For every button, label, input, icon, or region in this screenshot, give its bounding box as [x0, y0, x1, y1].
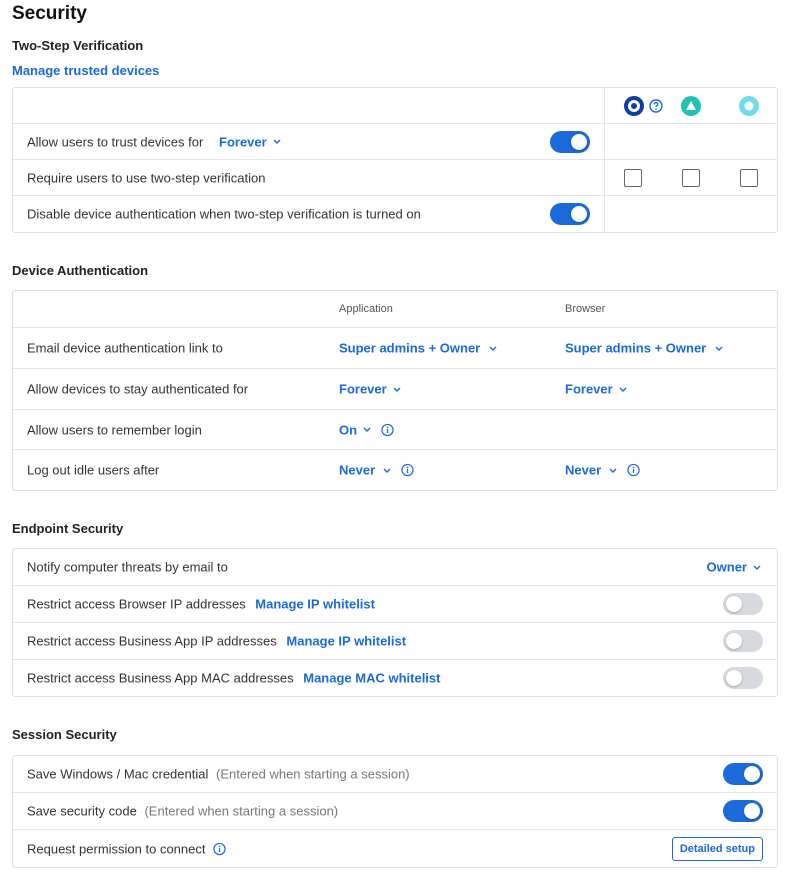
application-column-header: Application: [339, 303, 393, 315]
save-security-code-label: Save security code (Entered when startin…: [27, 803, 339, 819]
detailed-setup-button[interactable]: Detailed setup: [671, 836, 763, 861]
logout-idle-row: Log out idle users after Never Never: [13, 450, 777, 490]
request-permission-label: Request permission to connect: [27, 841, 227, 856]
chevron-down-icon: [753, 565, 761, 570]
app-mac-toggle[interactable]: [723, 667, 763, 689]
app-ip-row: Restrict access Business App IP addresse…: [13, 623, 777, 660]
chevron-down-icon: [383, 468, 391, 473]
disable-device-auth-label: Disable device authentication when two-s…: [27, 206, 421, 222]
chevron-down-icon: [363, 427, 371, 432]
target-help-icon[interactable]: [624, 96, 644, 116]
trust-devices-row: Allow users to trust devices for Forever: [13, 124, 777, 160]
remember-login-row: Allow users to remember login On: [13, 410, 777, 450]
stay-authenticated-label: Allow devices to stay authenticated for: [27, 381, 249, 397]
info-icon[interactable]: [401, 463, 414, 477]
disable-device-auth-toggle[interactable]: [550, 203, 590, 225]
endpoint-security-title: Endpoint Security: [12, 521, 124, 536]
browser-column-header: Browser: [565, 303, 606, 315]
info-icon[interactable]: [213, 842, 227, 855]
two-step-header-row: [13, 88, 777, 124]
email-auth-app-dropdown[interactable]: Super admins + Owner: [339, 341, 497, 356]
session-security-card: Save Windows / Mac credential (Entered w…: [12, 755, 778, 868]
logout-idle-label: Log out idle users after: [27, 462, 160, 478]
notify-threats-label: Notify computer threats by email to: [27, 559, 228, 575]
stay-authenticated-row: Allow devices to stay authenticated for …: [13, 369, 777, 410]
browser-ip-row: Restrict access Browser IP addresses Man…: [13, 586, 777, 623]
chevron-down-icon: [619, 387, 627, 392]
require-two-step-row: Require users to use two-step verificati…: [13, 160, 777, 196]
chevron-down-icon: [489, 346, 497, 351]
save-credential-row: Save Windows / Mac credential (Entered w…: [13, 756, 777, 793]
app-mac-label: Restrict access Business App MAC address…: [27, 670, 441, 686]
device-auth-card: Application Browser Email device authent…: [12, 290, 778, 491]
info-icon[interactable]: [381, 423, 394, 436]
browser-ip-label: Restrict access Browser IP addresses Man…: [27, 596, 375, 612]
manage-ip-whitelist-link[interactable]: Manage IP whitelist: [255, 597, 375, 612]
logout-idle-browser-dropdown[interactable]: Never: [565, 463, 640, 478]
device-auth-title: Device Authentication: [12, 263, 149, 278]
two-step-title: Two-Step Verification: [12, 38, 144, 53]
disable-device-auth-row: Disable device authentication when two-s…: [13, 196, 777, 232]
stay-authenticated-app-dropdown[interactable]: Forever: [339, 382, 401, 397]
request-permission-row: Request permission to connect Detailed s…: [13, 830, 777, 867]
notify-threats-dropdown[interactable]: Owner: [707, 560, 761, 575]
endpoint-security-card: Notify computer threats by email to Owne…: [12, 548, 778, 697]
device-auth-header-row: Application Browser: [13, 291, 777, 328]
app-ip-label: Restrict access Business App IP addresse…: [27, 633, 407, 649]
app-mac-row: Restrict access Business App MAC address…: [13, 660, 777, 696]
save-credential-toggle[interactable]: [723, 763, 763, 785]
manage-mac-whitelist-link[interactable]: Manage MAC whitelist: [303, 671, 440, 686]
notify-threats-row: Notify computer threats by email to Owne…: [13, 549, 777, 586]
trust-devices-label: Allow users to trust devices for: [27, 134, 204, 149]
remember-login-app-dropdown[interactable]: On: [339, 422, 394, 437]
chevron-down-icon: [609, 468, 617, 473]
browser-ip-toggle[interactable]: [723, 593, 763, 615]
info-icon[interactable]: [627, 463, 640, 477]
question-icon[interactable]: [649, 99, 663, 113]
save-security-code-toggle[interactable]: [723, 800, 763, 822]
ring-badge-icon: [739, 96, 759, 116]
manage-trusted-devices-link[interactable]: Manage trusted devices: [12, 63, 159, 78]
require-checkbox-1[interactable]: [624, 168, 642, 187]
chevron-down-icon: [393, 387, 401, 392]
app-ip-toggle[interactable]: [723, 630, 763, 652]
remember-login-label: Allow users to remember login: [27, 422, 202, 437]
two-step-card: Allow users to trust devices for Forever…: [12, 87, 778, 233]
chevron-down-icon: [273, 139, 281, 144]
email-auth-link-row: Email device authentication link to Supe…: [13, 328, 777, 369]
chevron-down-icon: [715, 346, 723, 351]
require-two-step-label: Require users to use two-step verificati…: [27, 170, 266, 185]
save-credential-label: Save Windows / Mac credential (Entered w…: [27, 766, 410, 782]
trust-devices-toggle[interactable]: [550, 130, 590, 153]
require-checkbox-3[interactable]: [740, 168, 758, 187]
require-checkbox-2[interactable]: [682, 168, 700, 187]
session-security-title: Session Security: [12, 727, 117, 742]
save-security-code-row: Save security code (Entered when startin…: [13, 793, 777, 830]
logout-idle-app-dropdown[interactable]: Never: [339, 463, 414, 478]
triangle-badge-icon: [681, 96, 701, 116]
manage-ip-whitelist-link[interactable]: Manage IP whitelist: [286, 634, 406, 649]
email-auth-browser-dropdown[interactable]: Super admins + Owner: [565, 341, 723, 356]
page-title: Security: [12, 3, 87, 24]
stay-authenticated-browser-dropdown[interactable]: Forever: [565, 382, 627, 397]
trust-duration-dropdown[interactable]: Forever: [219, 134, 281, 149]
email-auth-link-label: Email device authentication link to: [27, 340, 223, 356]
